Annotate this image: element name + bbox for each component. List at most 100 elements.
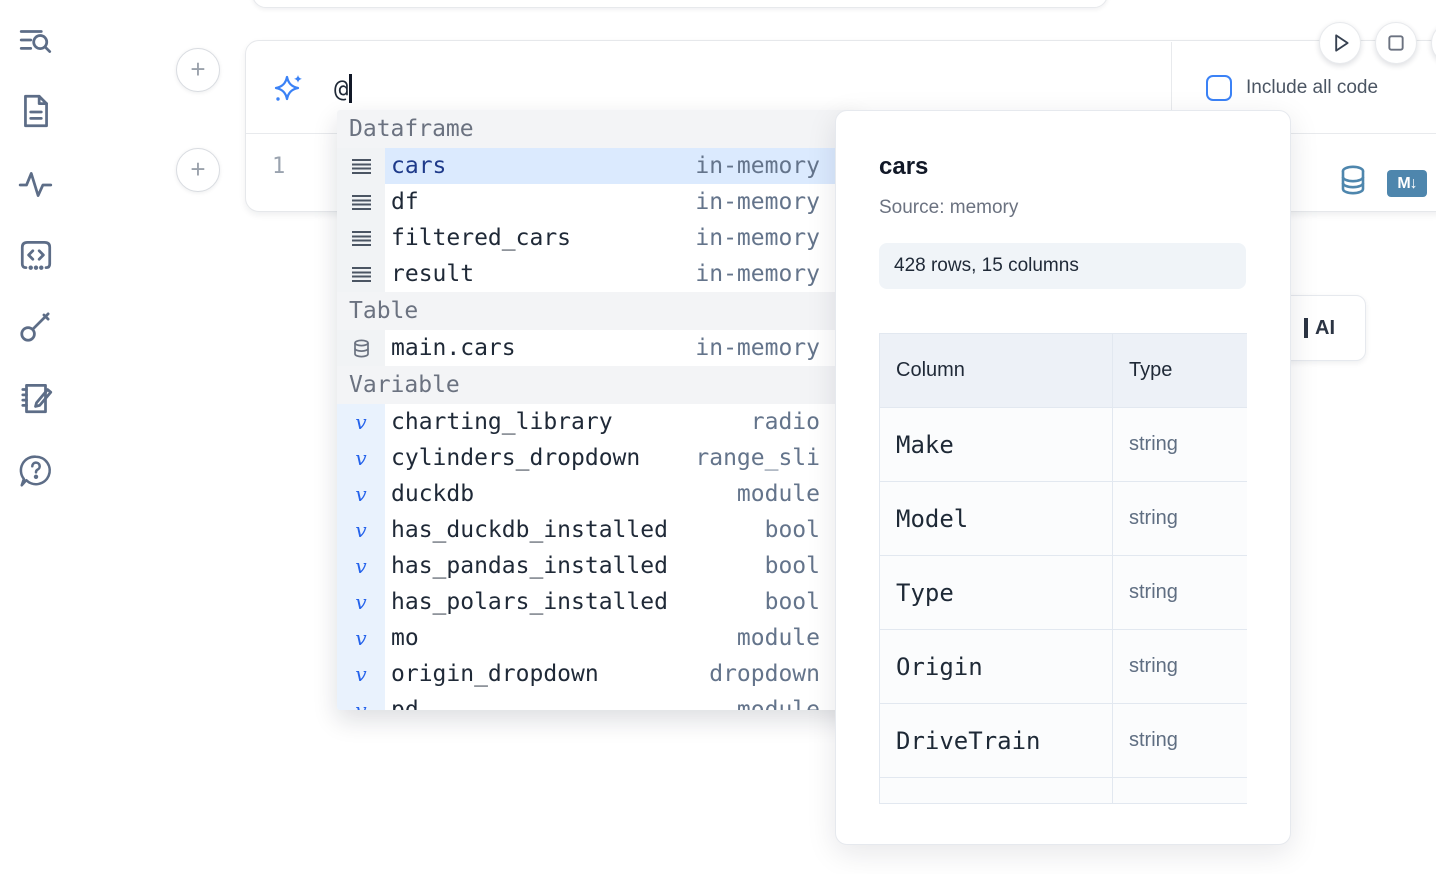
autocomplete-item[interactable]: v charting_library radio <box>337 404 860 440</box>
scratchpad-icon[interactable] <box>17 379 55 417</box>
autocomplete-item[interactable]: df in-memory <box>337 184 860 220</box>
item-name: has_polars_installed <box>391 589 668 615</box>
column-name: Origin <box>896 653 983 681</box>
table-cell-partial <box>880 778 1113 804</box>
clipped-glyph <box>1304 318 1308 338</box>
item-type: dropdown <box>709 661 820 687</box>
item-type: in-memory <box>695 153 820 179</box>
include-all-code-label: Include all code <box>1246 77 1378 99</box>
item-name: has_duckdb_installed <box>391 517 668 543</box>
item-type: bool <box>765 553 820 579</box>
marimo-notebook-app: + + @ Include all code 1 <box>0 0 1436 874</box>
variable-icon: v <box>355 556 366 576</box>
column-header: Column <box>880 334 1113 408</box>
autocomplete-item[interactable]: v cylinders_dropdown range_sli <box>337 440 860 476</box>
add-cell-button-bottom[interactable]: + <box>176 148 220 192</box>
dataframe-rows-icon <box>352 231 371 246</box>
item-type: module <box>737 697 820 710</box>
dataframe-rows-icon <box>352 159 371 174</box>
autocomplete-item[interactable]: v origin_dropdown dropdown <box>337 656 860 692</box>
markdown-icon[interactable]: M↓ <box>1387 170 1427 197</box>
autocomplete-item[interactable]: result in-memory <box>337 256 860 292</box>
autocomplete-item[interactable]: v duckdb module <box>337 476 860 512</box>
autocomplete-section-header: Table <box>337 292 860 330</box>
item-type: in-memory <box>695 335 820 361</box>
item-type: radio <box>751 409 820 435</box>
column-name: Make <box>896 431 954 459</box>
table-cell-partial <box>1113 778 1247 804</box>
run-cell-button[interactable] <box>1319 22 1361 64</box>
autocomplete-item[interactable]: v has_pandas_installed bool <box>337 548 860 584</box>
play-icon <box>1320 22 1360 64</box>
autocomplete-item[interactable]: filtered_cars in-memory <box>337 220 860 256</box>
item-type: in-memory <box>695 225 820 251</box>
item-name: main.cars <box>391 335 516 361</box>
item-name: df <box>391 189 419 215</box>
item-name: duckdb <box>391 481 474 507</box>
item-name: cylinders_dropdown <box>391 445 640 471</box>
column-name: Model <box>896 505 968 533</box>
column-type: string <box>1129 507 1178 530</box>
schema-table: Column Type Make string Model string Typ… <box>879 333 1247 804</box>
autocomplete-item[interactable]: v mo module <box>337 620 860 656</box>
autocomplete-section-header: Dataframe <box>337 110 860 148</box>
previous-cell-bottom-edge <box>252 0 1108 8</box>
line-number: 1 <box>272 154 285 179</box>
item-type: module <box>737 481 820 507</box>
column-type: string <box>1129 655 1178 678</box>
autocomplete-dropdown: Dataframe cars in-memory df in-memory fi… <box>337 110 860 710</box>
item-name: origin_dropdown <box>391 661 599 687</box>
table-cell: DriveTrain <box>880 704 1113 778</box>
column-header: Type <box>1113 334 1247 408</box>
snippets-icon[interactable] <box>17 236 55 274</box>
item-type: in-memory <box>695 189 820 215</box>
autocomplete-item[interactable]: main.cars in-memory <box>337 330 860 366</box>
preview-source: Source: memory <box>879 197 1246 219</box>
table-cell: Model <box>880 482 1113 556</box>
variable-icon: v <box>355 484 366 504</box>
variable-icon: v <box>355 520 366 540</box>
autocomplete-item-partial[interactable]: v pd module <box>337 692 860 710</box>
ai-prompt-input[interactable]: @ <box>334 74 352 103</box>
column-type: string <box>1129 433 1178 456</box>
column-name: DriveTrain <box>896 727 1041 755</box>
table-cell: string <box>1113 482 1247 556</box>
stop-button[interactable] <box>1375 22 1417 64</box>
item-name: charting_library <box>391 409 613 435</box>
database-icon <box>353 339 370 358</box>
item-type: bool <box>765 517 820 543</box>
variable-icon: v <box>355 664 366 684</box>
table-cell: Make <box>880 408 1113 482</box>
autocomplete-item[interactable]: v has_duckdb_installed bool <box>337 512 860 548</box>
item-type: range_sli <box>695 445 820 471</box>
item-name: filtered_cars <box>391 225 571 251</box>
preview-title: cars <box>879 153 1246 181</box>
preview-stats-badge: 428 rows, 15 columns <box>879 243 1246 289</box>
activity-icon[interactable] <box>17 165 55 203</box>
column-name: Type <box>896 579 954 607</box>
document-icon[interactable] <box>17 92 55 130</box>
sparkles-icon <box>272 73 304 105</box>
add-cell-button-top[interactable]: + <box>176 48 220 92</box>
key-icon[interactable] <box>17 307 55 345</box>
datasource-panel-icon[interactable] <box>1339 164 1367 196</box>
dataframe-rows-icon <box>352 267 371 282</box>
item-name: mo <box>391 625 419 651</box>
item-name: pd <box>391 697 419 710</box>
include-all-code-checkbox[interactable] <box>1206 75 1232 101</box>
dataframe-rows-icon <box>352 195 371 210</box>
variable-icon: v <box>355 700 366 710</box>
table-cell: string <box>1113 704 1247 778</box>
variable-icon: v <box>355 448 366 468</box>
item-name: result <box>391 261 474 287</box>
autocomplete-item[interactable]: cars in-memory <box>337 148 860 184</box>
column-type: string <box>1129 581 1178 604</box>
dataframe-preview-popup: cars Source: memory 428 rows, 15 columns… <box>835 110 1291 845</box>
table-cell: string <box>1113 556 1247 630</box>
autocomplete-section-header: Variable <box>337 366 860 404</box>
item-type: module <box>737 625 820 651</box>
help-icon[interactable] <box>17 452 55 490</box>
table-of-contents-search-icon[interactable] <box>17 22 55 60</box>
variable-icon: v <box>355 628 366 648</box>
autocomplete-item[interactable]: v has_polars_installed bool <box>337 584 860 620</box>
